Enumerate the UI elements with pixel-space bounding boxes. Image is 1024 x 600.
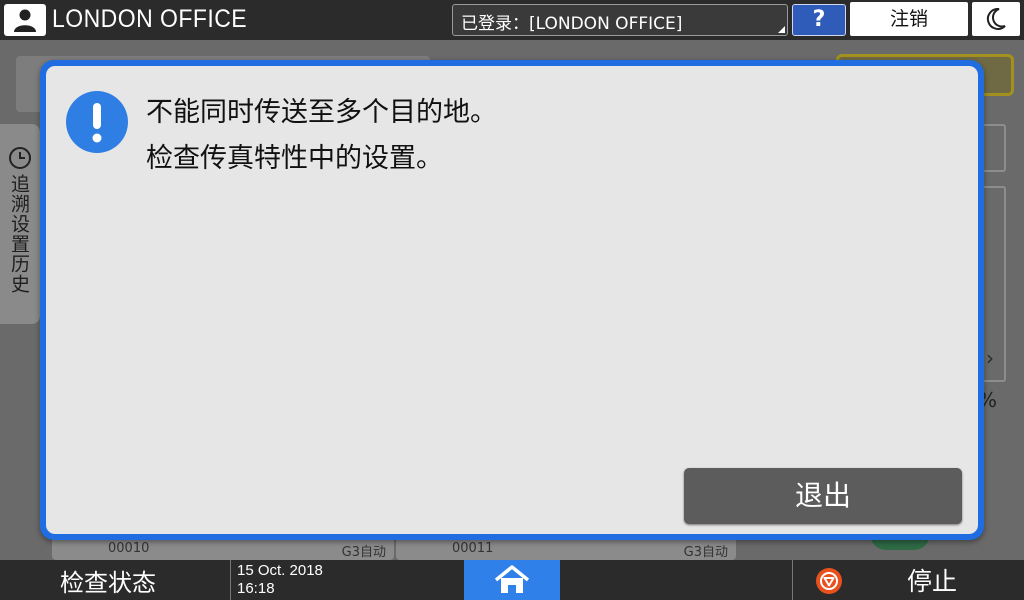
- check-status-button[interactable]: 检查状态: [60, 563, 156, 598]
- moon-icon: [986, 8, 1006, 30]
- history-tab[interactable]: 追溯设置历史: [0, 124, 40, 324]
- dialog-message-line2: 检查传真特性中的设置。: [146, 143, 443, 174]
- clock-icon: [9, 147, 31, 169]
- login-status-text: 已登录：[LONDON OFFICE]: [461, 14, 683, 34]
- exit-button[interactable]: 退出: [684, 468, 962, 524]
- date-time-display: 15 Oct. 2018 16:18: [230, 560, 462, 600]
- exclamation-icon: [66, 91, 128, 153]
- office-name: LONDON OFFICE: [52, 5, 248, 33]
- stop-label: 停止: [907, 567, 958, 596]
- job-mode: G3自动: [683, 545, 728, 560]
- stop-button[interactable]: 停止: [792, 560, 1024, 600]
- help-button[interactable]: ?: [792, 4, 846, 36]
- expand-corner-icon: [778, 26, 785, 33]
- error-dialog: 不能同时传送至多个目的地。 检查传真特性中的设置。 退出: [40, 60, 984, 540]
- chevron-right-icon: ›: [986, 346, 994, 370]
- bottom-bar: 检查状态 15 Oct. 2018 16:18 停止: [0, 560, 1024, 600]
- dialog-message-line1: 不能同时传送至多个目的地。: [146, 97, 497, 128]
- time-text: 16:18: [237, 580, 275, 597]
- top-bar: LONDON OFFICE 已登录：[LONDON OFFICE] ? 注销: [0, 0, 1024, 40]
- job-mode: G3自动: [341, 545, 386, 560]
- logout-button[interactable]: 注销: [850, 2, 968, 36]
- user-icon[interactable]: [4, 4, 46, 36]
- job-number: 00011: [452, 541, 494, 556]
- home-button[interactable]: [464, 560, 560, 600]
- history-tab-label: 追溯设置历史: [8, 174, 30, 294]
- energy-saver-button[interactable]: [972, 2, 1020, 36]
- stop-icon: [816, 568, 842, 594]
- error-dialog-body: 不能同时传送至多个目的地。 检查传真特性中的设置。 退出: [46, 66, 978, 534]
- job-number: 00010: [108, 541, 150, 556]
- login-status-field[interactable]: 已登录：[LONDON OFFICE]: [452, 4, 788, 36]
- home-icon: [494, 565, 530, 593]
- date-text: 15 Oct. 2018: [237, 562, 323, 579]
